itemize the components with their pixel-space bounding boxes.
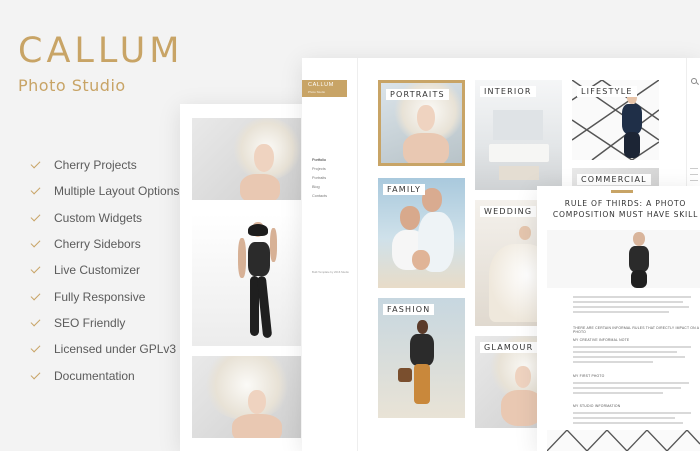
- feature-label: Live Customizer: [54, 263, 141, 278]
- feature-item: Cherry Projects: [30, 152, 179, 178]
- article-subhead: MY STUDIO INFORMATION: [573, 404, 621, 408]
- preview-nav-item[interactable]: Blog: [312, 185, 327, 194]
- feature-label: Fully Responsive: [54, 289, 146, 304]
- feature-item: Live Customizer: [30, 257, 179, 283]
- geometric-pattern: [547, 430, 700, 451]
- preview-logo-name: CALLUM: [308, 82, 334, 88]
- check-icon: [30, 184, 44, 198]
- tile-label: FAMILY: [383, 184, 426, 195]
- article-title: RULE OF THIRDS: A PHOTO COMPOSITION MUST…: [552, 199, 699, 219]
- check-icon: [30, 211, 44, 225]
- feature-item: Documentation: [30, 362, 179, 388]
- feature-item: Multiple Layout Options: [30, 178, 179, 204]
- tile-interior[interactable]: INTERIOR: [475, 80, 562, 190]
- glamour-photo: [192, 356, 301, 438]
- brand: CALLUM Photo Studio: [18, 31, 184, 96]
- preview-article: RULE OF THIRDS: A PHOTO COMPOSITION MUST…: [537, 186, 700, 451]
- article-accent-bar: [611, 190, 633, 193]
- feature-item: SEO Friendly: [30, 310, 179, 336]
- feature-label: Custom Widgets: [54, 210, 143, 225]
- feature-label: Multiple Layout Options: [54, 184, 180, 199]
- preview-nav-item[interactable]: Portfolio: [312, 158, 327, 167]
- article-subhead: MY CREATIVE INFORMAL NOTE: [573, 338, 630, 342]
- feature-label: SEO Friendly: [54, 315, 126, 330]
- preview-nav-item[interactable]: Portraits: [312, 176, 327, 185]
- article-subhead: MY FIRST PHOTO: [573, 374, 605, 378]
- feature-label: Cherry Projects: [54, 158, 137, 173]
- feature-label: Documentation: [54, 368, 135, 383]
- check-icon: [30, 290, 44, 304]
- preview-divider: [357, 58, 358, 451]
- preview-nav-item[interactable]: Projects: [312, 167, 327, 176]
- feature-item: Licensed under GPLv3: [30, 336, 179, 362]
- tile-label: COMMERCIAL: [577, 174, 651, 185]
- preview-logo[interactable]: CALLUM Photo Studio: [302, 80, 347, 97]
- tile-label: FASHION: [383, 304, 435, 315]
- check-icon: [30, 316, 44, 330]
- tile-label: INTERIOR: [480, 86, 536, 97]
- preview-page-back: [180, 104, 320, 451]
- tile-label: GLAMOUR: [480, 342, 538, 353]
- search-icon[interactable]: [691, 78, 697, 84]
- check-icon: [30, 237, 44, 251]
- tile-label: WEDDING: [480, 206, 537, 217]
- check-icon: [30, 342, 44, 356]
- check-icon: [30, 369, 44, 383]
- tile-portraits[interactable]: PORTRAITS: [378, 80, 465, 166]
- tile-label: LIFESTYLE: [577, 86, 637, 97]
- preview-logo-tagline: Photo Studio: [308, 90, 326, 94]
- feature-item: Cherry Sidebors: [30, 231, 179, 257]
- article-subhead: THERE ARE CERTAIN INFORMAL RULES THAT DI…: [573, 326, 700, 334]
- fashion-photo: [192, 214, 301, 346]
- preview-nav-item[interactable]: Contacts: [312, 194, 327, 203]
- article-pattern-image: [547, 430, 700, 451]
- brand-title: CALLUM: [18, 31, 184, 71]
- preview-footer-text: Built Template by 2016 Studio: [312, 270, 349, 274]
- feature-label: Licensed under GPLv3: [54, 342, 177, 357]
- feature-label: Cherry Sidebors: [54, 237, 141, 252]
- feature-list: Cherry Projects Multiple Layout Options …: [30, 152, 179, 389]
- check-icon: [30, 263, 44, 277]
- feature-item: Custom Widgets: [30, 205, 179, 231]
- preview-nav: Portfolio Projects Portraits Blog Contac…: [312, 158, 327, 203]
- tile-lifestyle[interactable]: LIFESTYLE: [572, 80, 659, 160]
- portrait-photo: [192, 118, 301, 200]
- check-icon: [30, 158, 44, 172]
- tile-label: PORTRAITS: [386, 89, 449, 100]
- brand-subtitle: Photo Studio: [18, 76, 126, 95]
- tile-fashion[interactable]: FASHION: [378, 298, 465, 418]
- article-image: [547, 230, 700, 288]
- feature-item: Fully Responsive: [30, 283, 179, 309]
- tile-family[interactable]: FAMILY: [378, 178, 465, 288]
